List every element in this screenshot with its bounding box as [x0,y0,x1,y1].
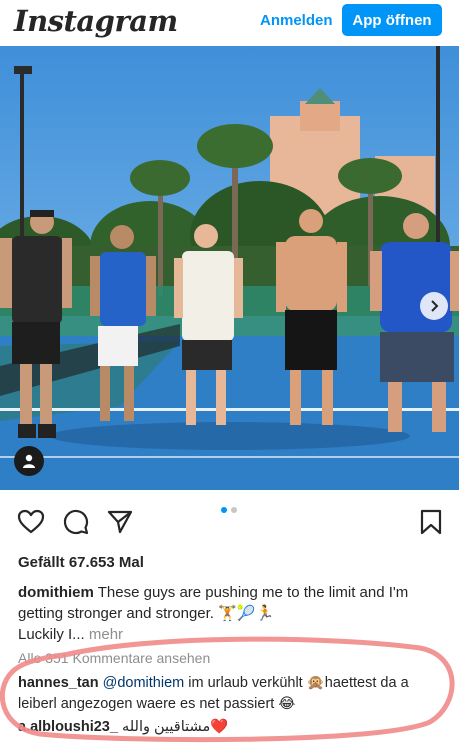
comment-text: مشتاقيين والله❤️ [121,719,229,735]
user-tag-icon [23,454,35,468]
view-all-comments-link[interactable]: Alle 351 Kommentare ansehen [18,650,210,666]
carousel-dot [231,507,237,513]
comment-username[interactable]: a.albloushi23_ [18,719,118,735]
carousel-next-button[interactable] [420,292,448,320]
caption-continuation: Luckily I... [18,626,85,643]
send-icon[interactable] [106,508,134,536]
login-link[interactable]: Anmelden [260,12,333,29]
like-count[interactable]: Gefällt 67.653 Mal [18,554,144,571]
comment-icon[interactable] [62,508,90,536]
comment-mention[interactable]: @domithiem [103,675,185,691]
instagram-logo[interactable]: Instagram [14,4,178,38]
comment-username[interactable]: hannes_tan [18,675,99,691]
post-caption: domithiem These guys are pushing me to t… [18,582,443,645]
post-photo[interactable] [0,46,459,490]
open-app-button[interactable]: App öffnen [342,4,442,36]
top-bar: Instagram Anmelden App öffnen [0,0,459,46]
comment-item: a.albloushi23_ مشتاقيين والله❤️ [18,717,448,738]
bookmark-icon[interactable] [417,508,445,536]
comment-item: hannes_tan @domithiem im urlaub verkühlt… [18,673,448,715]
carousel-indicator [221,507,237,513]
caption-username[interactable]: domithiem [18,584,94,601]
heart-icon[interactable] [17,508,45,536]
user-tag-button[interactable] [14,446,44,476]
more-link[interactable]: mehr [89,626,123,643]
chevron-right-icon [431,300,439,312]
carousel-dot-active [221,507,227,513]
comment-text: im urlaub verkühlt 🙊 [188,675,325,691]
